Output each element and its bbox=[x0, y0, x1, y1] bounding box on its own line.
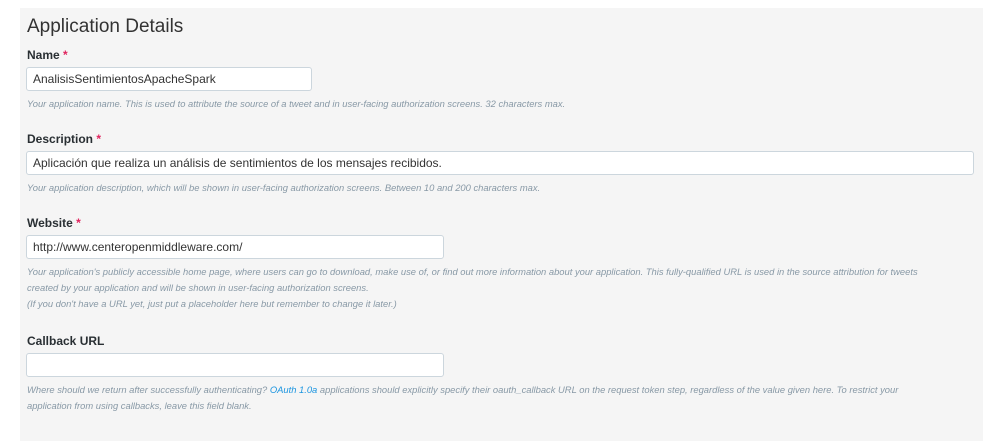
name-label-text: Name bbox=[27, 48, 60, 62]
callback-help-line: application from using callbacks, leave … bbox=[27, 400, 252, 411]
name-help-text: Your application name. This is used to a… bbox=[27, 98, 566, 109]
callback-url-input[interactable] bbox=[26, 353, 444, 377]
website-input[interactable]: http://www.centeropenmiddleware.com/ bbox=[26, 235, 444, 259]
website-label-text: Website bbox=[27, 216, 73, 230]
name-required-mark: * bbox=[63, 48, 68, 62]
website-help-line: (If you don't have a URL yet, just put a… bbox=[27, 298, 397, 309]
description-label: Description * bbox=[27, 132, 101, 146]
callback-url-help-text: Where should we return after successfull… bbox=[27, 382, 972, 414]
description-required-mark: * bbox=[96, 132, 102, 146]
callback-help-line: Where should we return after successfull… bbox=[27, 382, 972, 398]
callback-help-prefix: Where should we return after successfull… bbox=[27, 384, 270, 395]
website-help-line: Your application's publicly accessible h… bbox=[27, 266, 918, 277]
callback-url-label: Callback URL bbox=[27, 334, 105, 348]
description-help-text: Your application description, which will… bbox=[27, 182, 541, 193]
oauth-link[interactable]: OAuth 1.0a bbox=[270, 384, 317, 395]
description-input[interactable]: Aplicación que realiza un análisis de se… bbox=[26, 151, 974, 175]
website-help-text: Your application's publicly accessible h… bbox=[27, 264, 972, 312]
description-label-text: Description bbox=[27, 132, 94, 146]
callback-help-suffix: applications should explicitly specify t… bbox=[317, 384, 899, 395]
section-title: Application Details bbox=[27, 16, 184, 37]
name-input[interactable]: AnalisisSentimientosApacheSpark bbox=[26, 67, 312, 91]
name-label: Name * bbox=[27, 48, 68, 62]
website-help-line: created by your application and will be … bbox=[27, 282, 369, 293]
website-required-mark: * bbox=[76, 216, 81, 230]
website-label: Website * bbox=[27, 216, 81, 230]
